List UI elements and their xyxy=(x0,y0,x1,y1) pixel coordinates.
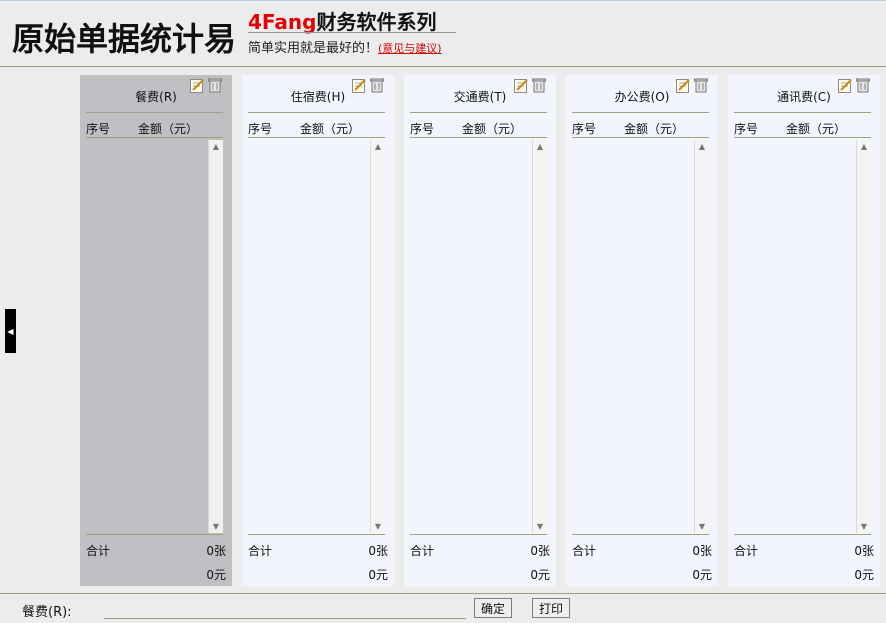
scroll-down-icon[interactable]: ▼ xyxy=(209,522,223,531)
scroll-up-icon[interactable]: ▲ xyxy=(371,142,385,151)
scroll-up-icon[interactable]: ▲ xyxy=(857,142,871,151)
total-amount: 0元 xyxy=(530,568,550,582)
col-amount: 金额（元） xyxy=(786,122,847,136)
column-header: 序号 金额（元） xyxy=(572,120,709,137)
print-button[interactable]: 打印 xyxy=(532,598,571,618)
footer-divider xyxy=(0,593,886,594)
col-no: 序号 xyxy=(86,122,111,136)
panel-title: 办公费(O) xyxy=(614,90,670,104)
feedback-link[interactable]: (意见与建议) xyxy=(378,42,442,55)
divider xyxy=(410,534,547,535)
column-header: 序号 金额（元） xyxy=(248,120,385,137)
scroll-down-icon[interactable]: ▼ xyxy=(371,522,385,531)
total-count: 0张 xyxy=(368,544,388,558)
total-count: 0张 xyxy=(530,544,550,558)
total-amount: 0元 xyxy=(854,568,874,582)
divider xyxy=(734,534,871,535)
divider xyxy=(572,534,709,535)
total-label: 合计 xyxy=(248,544,273,558)
total-count: 0张 xyxy=(206,544,226,558)
list-scrollbar[interactable]: ▲ ▼ xyxy=(856,140,871,533)
divider xyxy=(410,137,547,138)
collapse-left-icon[interactable]: ◀ xyxy=(5,309,16,353)
brand-accent: 4Fang xyxy=(248,10,317,34)
total-count: 0张 xyxy=(692,544,712,558)
col-no: 序号 xyxy=(248,122,273,136)
amount-input[interactable] xyxy=(104,600,466,619)
divider xyxy=(86,137,223,138)
total-count: 0张 xyxy=(854,544,874,558)
scroll-up-icon[interactable]: ▲ xyxy=(533,142,547,151)
scroll-down-icon[interactable]: ▼ xyxy=(857,522,871,531)
panel-office[interactable]: 办公费(O) 序号 金额（元） ▲ ▼ 合计 0张 0元 xyxy=(566,75,718,586)
panel-title: 餐费(R) xyxy=(135,90,177,104)
panel-transport[interactable]: 交通费(T) 序号 金额（元） ▲ ▼ 合计 0张 0元 xyxy=(404,75,556,586)
total-label: 合计 xyxy=(86,544,111,558)
col-amount: 金额（元） xyxy=(624,122,685,136)
list-scrollbar[interactable]: ▲ ▼ xyxy=(694,140,709,533)
list-scrollbar[interactable]: ▲ ▼ xyxy=(370,140,385,533)
header-divider xyxy=(0,66,886,67)
divider xyxy=(410,112,547,113)
total-amount: 0元 xyxy=(368,568,388,582)
total-label: 合计 xyxy=(572,544,597,558)
entry-label: 餐费(R): xyxy=(22,605,72,620)
total-label: 合计 xyxy=(734,544,759,558)
divider xyxy=(734,137,871,138)
scroll-down-icon[interactable]: ▼ xyxy=(533,522,547,531)
brand-underline xyxy=(248,32,456,33)
col-amount: 金额（元） xyxy=(138,122,199,136)
panel-communication[interactable]: 通讯费(C) 序号 金额（元） ▲ ▼ 合计 0张 0元 xyxy=(728,75,880,586)
column-header: 序号 金额（元） xyxy=(86,120,223,137)
divider xyxy=(86,112,223,113)
scroll-up-icon[interactable]: ▲ xyxy=(695,142,709,151)
list-scrollbar[interactable]: ▲ ▼ xyxy=(532,140,547,533)
col-amount: 金额（元） xyxy=(462,122,523,136)
column-header: 序号 金额（元） xyxy=(410,120,547,137)
col-no: 序号 xyxy=(734,122,759,136)
app-title: 原始单据统计易 xyxy=(12,20,237,58)
divider xyxy=(248,112,385,113)
divider xyxy=(572,112,709,113)
total-amount: 0元 xyxy=(206,568,226,582)
column-header: 序号 金额（元） xyxy=(734,120,871,137)
col-amount: 金额（元） xyxy=(300,122,361,136)
brand-rest: 财务软件系列 xyxy=(316,10,437,34)
list-scrollbar[interactable]: ▲ ▼ xyxy=(208,140,223,533)
col-no: 序号 xyxy=(572,122,597,136)
confirm-button[interactable]: 确定 xyxy=(474,598,513,618)
col-no: 序号 xyxy=(410,122,435,136)
scroll-up-icon[interactable]: ▲ xyxy=(209,142,223,151)
divider xyxy=(248,137,385,138)
divider xyxy=(248,534,385,535)
scroll-down-icon[interactable]: ▼ xyxy=(695,522,709,531)
slogan-text: 简单实用就是最好的！ xyxy=(248,41,379,56)
panel-meal[interactable]: 餐费(R) 序号 金额（元） ▲ ▼ 合计 0张 0元 xyxy=(80,75,232,586)
divider xyxy=(86,534,223,535)
total-label: 合计 xyxy=(410,544,435,558)
slogan: 简单实用就是最好的！(意见与建议) xyxy=(248,37,442,56)
panel-title: 通讯费(C) xyxy=(777,90,831,104)
brand-title: 4Fang财务软件系列 xyxy=(248,6,436,35)
total-amount: 0元 xyxy=(692,568,712,582)
top-border xyxy=(0,0,886,1)
panel-title: 住宿费(H) xyxy=(290,90,346,104)
panel-lodging[interactable]: 住宿费(H) 序号 金额（元） ▲ ▼ 合计 0张 0元 xyxy=(242,75,394,586)
divider xyxy=(734,112,871,113)
panel-title: 交通费(T) xyxy=(453,90,507,104)
divider xyxy=(572,137,709,138)
